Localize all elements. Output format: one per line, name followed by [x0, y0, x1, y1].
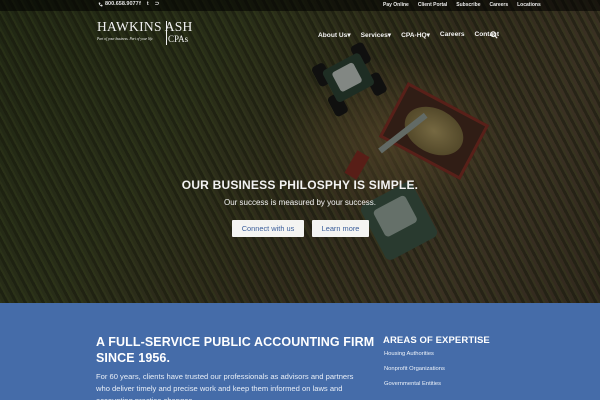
top-bar: 800.658.9077 f t ⊃ Pay Online Client Por… [0, 0, 600, 11]
about-body: For 60 years, clients have trusted our p… [96, 372, 354, 400]
connect-with-us-button[interactable]: Connect with us [232, 220, 304, 237]
rss-icon[interactable]: ⊃ [155, 1, 160, 7]
about-section: A FULL-SERVICE PUBLIC ACCOUNTING FIRM SI… [0, 303, 600, 400]
phone-icon [98, 2, 103, 6]
chevron-down-icon: ▾ [347, 32, 351, 39]
nav-about-us[interactable]: About Us▾ [318, 31, 351, 39]
hero-title: OUR BUSINESS PHILOSPHY IS SIMPLE. [181, 178, 419, 192]
twitter-icon[interactable]: t [147, 1, 149, 7]
logo-tagline: Part of your business. Part of your life… [97, 37, 154, 41]
expertise-list: Housing Authorities Nonprofit Organizati… [384, 351, 445, 396]
expertise-item-housing[interactable]: Housing Authorities [384, 351, 445, 366]
careers-top-link[interactable]: Careers [489, 2, 508, 8]
expertise-item-nonprofit[interactable]: Nonprofit Organizations [384, 366, 445, 381]
client-portal-link[interactable]: Client Portal [418, 2, 447, 8]
hawkins-ash-logo[interactable]: HAWKINS ASH CPAs Part of your business. … [97, 19, 193, 45]
nav-cpa-hq[interactable]: CPA-HQ▾ [401, 31, 430, 39]
expertise-item-governmental[interactable]: Governmental Entities [384, 381, 445, 396]
social-links: f t ⊃ [139, 1, 159, 7]
about-title: A FULL-SERVICE PUBLIC ACCOUNTING FIRM SI… [96, 335, 375, 365]
utility-links: Pay Online Client Portal Subscribe Caree… [383, 2, 541, 8]
chevron-down-icon: ▾ [426, 32, 430, 39]
logo-suffix: CPAs [168, 34, 189, 44]
chevron-down-icon: ▾ [387, 32, 392, 39]
nav-services[interactable]: Services▾ [361, 31, 391, 39]
main-nav: About Us▾ Services▾ CPA-HQ▾ Careers Cont… [318, 31, 499, 39]
nav-careers[interactable]: Careers [440, 31, 465, 39]
facebook-icon[interactable]: f [139, 1, 141, 7]
expertise-title: AREAS OF EXPERTISE [383, 335, 490, 346]
locations-link[interactable]: Locations [517, 2, 541, 8]
pay-online-link[interactable]: Pay Online [383, 2, 409, 8]
search-icon[interactable] [490, 31, 498, 39]
learn-more-button[interactable]: Learn more [312, 220, 369, 237]
phone-number[interactable]: 800.658.9077 [98, 1, 139, 7]
hero-subtitle: Our success is measured by your success. [223, 198, 377, 207]
logo-name: HAWKINS ASH [97, 19, 193, 34]
hero-section: OUR BUSINESS PHILOSPHY IS SIMPLE. Our su… [0, 0, 600, 303]
subscribe-link[interactable]: Subscribe [456, 2, 480, 8]
